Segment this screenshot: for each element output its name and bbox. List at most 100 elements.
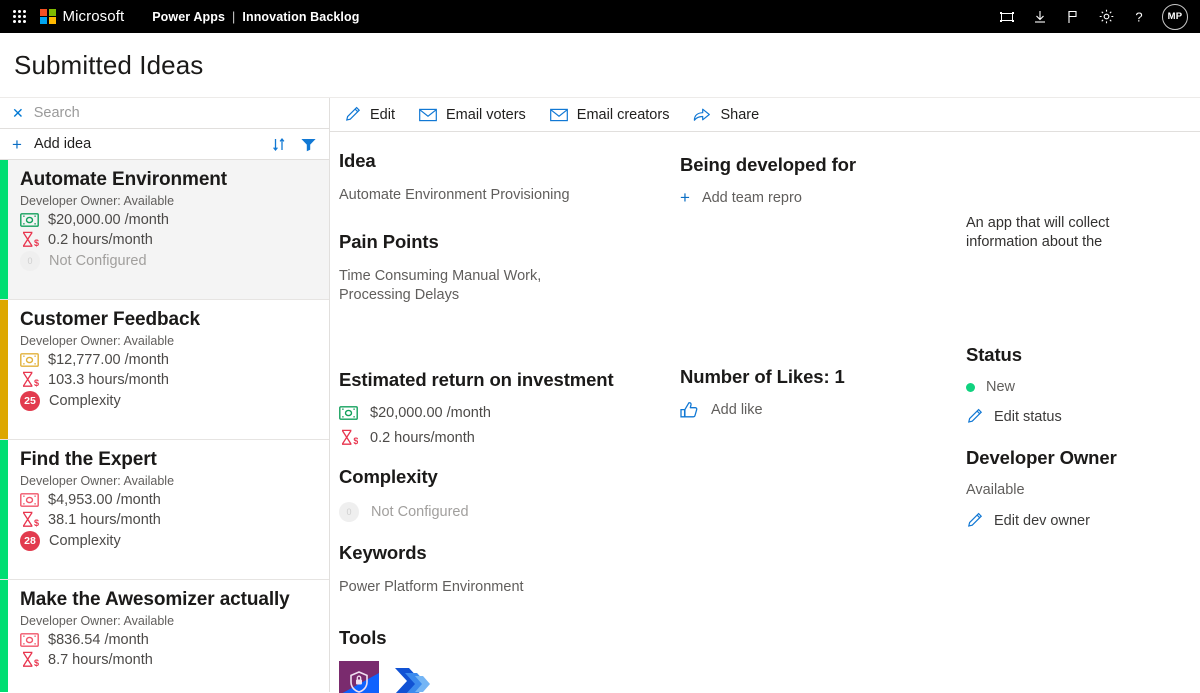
complexity-value: Not Configured (371, 504, 469, 520)
idea-money-row: $12,777.00 /month (20, 352, 200, 368)
money-icon (20, 353, 39, 367)
svg-text:?: ? (1135, 9, 1142, 24)
roi-money-row: $20,000.00 /month (339, 405, 664, 421)
idea-list-item[interactable]: Customer FeedbackDeveloper Owner: Availa… (0, 300, 329, 440)
detail-content: Idea Automate Environment Provisioning P… (330, 132, 1200, 692)
complexity-row: 0 Not Configured (339, 502, 664, 522)
download-icon[interactable] (1024, 0, 1056, 33)
svg-text:$: $ (34, 378, 39, 388)
idea-hours-value: 38.1 hours/month (48, 512, 161, 528)
plus-icon: + (680, 189, 690, 206)
status-badge: New (966, 379, 1184, 395)
add-like-button[interactable]: Add like (680, 401, 950, 418)
keywords-value: Power Platform Environment (339, 578, 664, 597)
idea-accent-bar (0, 300, 8, 439)
idea-list-item[interactable]: Automate EnvironmentDeveloper Owner: Ava… (0, 160, 329, 300)
microsoft-wordmark: Microsoft (63, 8, 125, 25)
idea-owner: Developer Owner: Available (20, 334, 200, 348)
money-icon (20, 213, 39, 227)
microsoft-squares-icon (40, 9, 56, 25)
svg-text:$: $ (34, 518, 39, 528)
idea-money-row: $20,000.00 /month (20, 212, 227, 228)
app-launcher-icon[interactable] (6, 4, 32, 30)
idea-title: Make the Awesomizer actually (20, 589, 290, 611)
add-idea-row[interactable]: + Add idea (0, 129, 329, 160)
idea-accent-bar (0, 580, 8, 692)
search-input[interactable]: Search (34, 105, 80, 121)
idea-hours-value: 0.2 hours/month (48, 232, 153, 248)
app-breadcrumb: Power Apps | Innovation Backlog (152, 10, 359, 24)
sort-icon[interactable] (271, 136, 288, 153)
tools-list (339, 661, 664, 693)
clear-search-icon[interactable]: ✕ (12, 106, 24, 120)
flag-icon[interactable] (1057, 0, 1089, 33)
developed-for-heading: Being developed for (680, 154, 950, 176)
keywords-heading: Keywords (339, 542, 664, 564)
hourglass-money-icon: $ (20, 511, 39, 528)
gear-icon[interactable] (1090, 0, 1122, 33)
detail-column-main: Idea Automate Environment Provisioning P… (330, 150, 680, 692)
suite-bar: Microsoft Power Apps | Innovation Backlo… (0, 0, 1200, 33)
share-button[interactable]: Share (693, 107, 759, 123)
filter-icon[interactable] (300, 137, 317, 152)
plus-icon: + (12, 136, 22, 153)
idea-money-row: $836.54 /month (20, 632, 290, 648)
likes-heading: Number of Likes: 1 (680, 366, 950, 388)
idea-money-value: $4,953.00 /month (48, 492, 161, 508)
mail-icon (419, 108, 437, 122)
command-bar: Edit Email voters Email creators Share (330, 98, 1200, 132)
search-row: ✕ Search (0, 98, 329, 129)
status-dot-icon (966, 383, 975, 392)
idea-money-value: $20,000.00 /month (48, 212, 169, 228)
idea-owner: Developer Owner: Available (20, 474, 174, 488)
microsoft-logo[interactable]: Microsoft (40, 8, 124, 25)
power-automate-icon[interactable] (391, 661, 433, 693)
edit-dev-owner-button[interactable]: Edit dev owner (966, 512, 1184, 529)
idea-list-item[interactable]: Find the ExpertDeveloper Owner: Availabl… (0, 440, 329, 580)
status-value: New (986, 379, 1015, 395)
email-voters-label: Email voters (446, 107, 526, 123)
email-voters-button[interactable]: Email voters (419, 107, 526, 123)
mail-icon (550, 108, 568, 122)
money-icon (20, 633, 39, 647)
idea-complexity-label: Complexity (49, 393, 121, 409)
edit-button[interactable]: Edit (344, 106, 395, 123)
hourglass-money-icon: $ (20, 651, 39, 668)
app-name[interactable]: Power Apps (152, 10, 225, 24)
tools-heading: Tools (339, 627, 664, 649)
svg-text:$: $ (353, 436, 358, 446)
add-team-repro-button[interactable]: + Add team repro (680, 189, 950, 206)
roi-hours-row: $ 0.2 hours/month (339, 429, 664, 446)
environment-name[interactable]: Innovation Backlog (242, 10, 359, 24)
edit-status-button[interactable]: Edit status (966, 408, 1184, 425)
thumbs-up-icon (680, 401, 699, 418)
ideas-panel: ✕ Search + Add idea Automate Environment… (0, 98, 330, 692)
hourglass-money-icon: $ (20, 371, 39, 388)
roi-hours-value: 0.2 hours/month (370, 430, 475, 446)
page-title: Submitted Ideas (14, 50, 203, 81)
idea-list-item[interactable]: Make the Awesomizer actuallyDeveloper Ow… (0, 580, 329, 692)
detail-column-status: An app that will collect information abo… (966, 150, 1200, 692)
complexity-badge: 28 (20, 531, 40, 551)
add-team-repro-label: Add team repro (702, 190, 802, 206)
idea-complexity-row: 28Complexity (20, 531, 174, 551)
idea-hours-row: $103.3 hours/month (20, 371, 200, 388)
avatar[interactable]: MP (1162, 4, 1188, 30)
idea-hours-row: $0.2 hours/month (20, 231, 227, 248)
idea-list[interactable]: Automate EnvironmentDeveloper Owner: Ava… (0, 160, 329, 692)
idea-hours-value: 8.7 hours/month (48, 652, 153, 668)
share-label: Share (720, 107, 759, 123)
idea-money-row: $4,953.00 /month (20, 492, 174, 508)
pencil-icon (966, 408, 983, 425)
help-icon[interactable]: ? (1123, 0, 1155, 33)
idea-value: Automate Environment Provisioning (339, 186, 664, 205)
power-platform-admin-icon[interactable] (339, 661, 381, 693)
edit-dev-owner-label: Edit dev owner (994, 513, 1090, 529)
money-icon (339, 406, 358, 420)
email-creators-button[interactable]: Email creators (550, 107, 670, 123)
svg-text:$: $ (34, 658, 39, 668)
svg-text:$: $ (34, 238, 39, 248)
complexity-badge: 0 (339, 502, 359, 522)
fit-to-screen-icon[interactable] (991, 0, 1023, 33)
hourglass-money-icon: $ (20, 231, 39, 248)
